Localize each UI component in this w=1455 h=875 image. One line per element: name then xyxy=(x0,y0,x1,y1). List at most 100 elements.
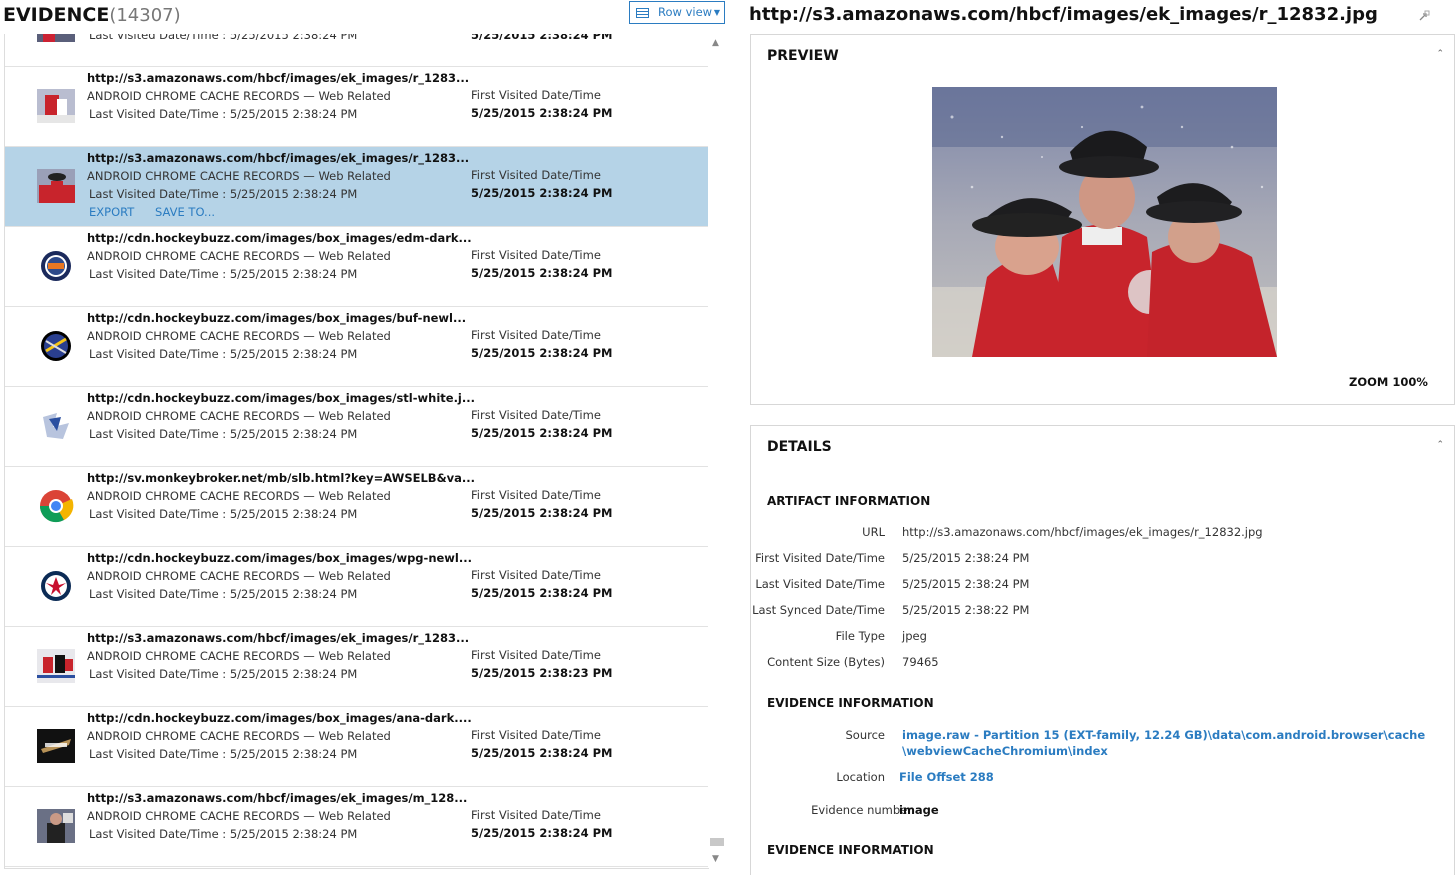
popout-icon[interactable] xyxy=(1418,10,1430,22)
item-source: ANDROID CHROME CACHE RECORDS — Web Relat… xyxy=(87,249,391,263)
item-source: ANDROID CHROME CACHE RECORDS — Web Relat… xyxy=(87,729,391,743)
evidence-info-heading-2: EVIDENCE INFORMATION xyxy=(767,843,934,857)
last-visited-value: 5/25/2015 2:38:24 PM xyxy=(229,347,358,361)
list-item-partial[interactable]: Last Visited Date/Time : 5/25/2015 2:38:… xyxy=(5,34,709,67)
last-visited-value: 5/25/2015 2:38:24 PM xyxy=(229,587,358,601)
evidence-title: EVIDENCE(14307) xyxy=(3,4,181,26)
list-item[interactable]: http://cdn.hockeybuzz.com/images/box_ima… xyxy=(5,387,709,467)
item-source-name: ANDROID CHROME CACHE RECORDS xyxy=(87,329,300,343)
first-visited-value: 5/25/2015 2:38:24 PM xyxy=(471,106,613,120)
list-item[interactable]: http://cdn.hockeybuzz.com/images/box_ima… xyxy=(5,307,709,387)
list-item[interactable]: http://cdn.hockeybuzz.com/images/box_ima… xyxy=(5,707,709,787)
last-visited-label: Last Visited Date/Time : xyxy=(89,427,227,441)
first-visited-label: First Visited Date/Time xyxy=(471,248,601,262)
scroll-up-icon[interactable]: ▲ xyxy=(712,38,719,48)
interview-photo-icon xyxy=(37,809,75,843)
item-category: Web Related xyxy=(318,809,391,823)
item-source-name: ANDROID CHROME CACHE RECORDS xyxy=(87,169,300,183)
artifact-field-value: 5/25/2015 2:38:24 PM xyxy=(902,551,1030,565)
preview-heading: PREVIEW xyxy=(767,48,839,64)
detail-title: http://s3.amazonaws.com/hbcf/images/ek_i… xyxy=(749,4,1378,25)
first-visited-value: 5/25/2015 2:38:24 PM xyxy=(471,826,613,840)
hockey-photo-icon xyxy=(37,34,75,42)
list-item[interactable]: http://cdn.hockeybuzz.com/images/box_ima… xyxy=(5,227,709,307)
item-url: http://s3.amazonaws.com/hbcf/images/ek_i… xyxy=(87,631,470,645)
item-source-name: ANDROID CHROME CACHE RECORDS xyxy=(87,729,300,743)
first-visited-value: 5/25/2015 2:38:24 PM xyxy=(471,34,613,42)
last-visited-label: Last Visited Date/Time : xyxy=(89,507,227,521)
blues-logo-icon xyxy=(37,409,75,443)
source-link[interactable]: image.raw - Partition 15 (EXT-family, 12… xyxy=(902,728,1425,742)
first-visited-value: 5/25/2015 2:38:24 PM xyxy=(471,746,613,760)
artifact-field-label: Last Synced Date/Time xyxy=(752,603,885,617)
row-view-dropdown[interactable]: Row view ▼ xyxy=(629,1,725,24)
chrome-logo-icon xyxy=(37,489,75,523)
oilers-logo-icon xyxy=(37,249,75,283)
first-visited-value: 5/25/2015 2:38:23 PM xyxy=(471,666,613,680)
list-item[interactable]: http://s3.amazonaws.com/hbcf/images/ek_i… xyxy=(5,627,709,707)
first-visited-label: First Visited Date/Time xyxy=(471,88,601,102)
item-source: ANDROID CHROME CACHE RECORDS — Web Relat… xyxy=(87,569,391,583)
item-last-visited: Last Visited Date/Time : 5/25/2015 2:38:… xyxy=(89,587,357,601)
item-url: http://cdn.hockeybuzz.com/images/box_ima… xyxy=(87,391,475,405)
chevron-down-icon: ▼ xyxy=(713,8,720,17)
last-visited-value: 5/25/2015 2:38:24 PM xyxy=(229,827,358,841)
list-view-icon xyxy=(636,8,649,18)
last-visited-label: Last Visited Date/Time : xyxy=(89,267,227,281)
collapse-up-icon[interactable]: ⌃ xyxy=(1436,49,1444,59)
list-item[interactable]: http://s3.amazonaws.com/hbcf/images/ek_i… xyxy=(5,787,709,867)
artifact-field-value: jpeg xyxy=(902,629,927,643)
jets-logo-icon xyxy=(37,569,75,603)
last-visited-text: Last Visited Date/Time : 5/25/2015 2:38:… xyxy=(89,34,358,42)
artifact-field-value: 5/25/2015 2:38:22 PM xyxy=(902,603,1030,617)
location-link[interactable]: File Offset 288 xyxy=(899,770,994,784)
evidence-number-value: image xyxy=(899,803,939,817)
sabres-logo-icon xyxy=(37,329,75,363)
evidence-info-heading: EVIDENCE INFORMATION xyxy=(767,696,934,710)
collapse-up-icon[interactable]: ⌃ xyxy=(1436,440,1444,450)
first-visited-label: First Visited Date/Time xyxy=(471,648,601,662)
artifact-field-value: 5/25/2015 2:38:24 PM xyxy=(902,577,1030,591)
artifact-field-label: Last Visited Date/Time xyxy=(755,577,885,591)
list-item[interactable]: http://sv.monkeybroker.net/mb/slb.html?k… xyxy=(5,467,709,547)
first-visited-value: 5/25/2015 2:38:24 PM xyxy=(471,426,613,440)
item-url: http://cdn.hockeybuzz.com/images/box_ima… xyxy=(87,711,472,725)
artifact-field-label: First Visited Date/Time xyxy=(755,551,885,565)
coaches-photo-icon xyxy=(37,169,75,203)
item-source-name: ANDROID CHROME CACHE RECORDS xyxy=(87,409,300,423)
scroll-down-icon[interactable]: ▼ xyxy=(712,854,719,864)
item-category: Web Related xyxy=(318,409,391,423)
first-visited-label: First Visited Date/Time xyxy=(471,808,601,822)
item-source: ANDROID CHROME CACHE RECORDS — Web Relat… xyxy=(87,809,391,823)
first-visited-label: First Visited Date/Time xyxy=(471,408,601,422)
save-to-button[interactable]: SAVE TO... xyxy=(155,205,215,219)
item-url: http://s3.amazonaws.com/hbcf/images/ek_i… xyxy=(87,791,468,805)
item-last-visited: Last Visited Date/Time : 5/25/2015 2:38:… xyxy=(89,187,357,201)
export-button[interactable]: EXPORT xyxy=(89,205,134,219)
scrollbar-thumb[interactable] xyxy=(710,838,724,846)
item-last-visited: Last Visited Date/Time : 5/25/2015 2:38:… xyxy=(89,107,357,121)
list-item[interactable]: http://s3.amazonaws.com/hbcf/images/ek_i… xyxy=(5,147,709,227)
last-visited-label: Last Visited Date/Time : xyxy=(89,827,227,841)
list-item[interactable]: http://s3.amazonaws.com/hbcf/images/ek_i… xyxy=(5,67,709,147)
item-last-visited: Last Visited Date/Time : 5/25/2015 2:38:… xyxy=(89,267,357,281)
list-item[interactable]: http://cdn.hockeybuzz.com/images/box_ima… xyxy=(5,547,709,627)
item-source: ANDROID CHROME CACHE RECORDS — Web Relat… xyxy=(87,489,391,503)
source-link-continued[interactable]: \webviewCacheChromium\index xyxy=(902,744,1108,758)
artifact-field-label: File Type xyxy=(835,629,885,643)
first-visited-value: 5/25/2015 2:38:24 PM xyxy=(471,266,613,280)
artifact-field-label: URL xyxy=(862,525,885,539)
item-url: http://cdn.hockeybuzz.com/images/box_ima… xyxy=(87,311,467,325)
first-visited-value: 5/25/2015 2:38:24 PM xyxy=(471,586,613,600)
item-url: http://cdn.hockeybuzz.com/images/box_ima… xyxy=(87,551,472,565)
item-last-visited: Last Visited Date/Time : 5/25/2015 2:38:… xyxy=(89,427,357,441)
first-visited-value: 5/25/2015 2:38:24 PM xyxy=(471,186,613,200)
list-scrollbar[interactable]: ▲ ▼ xyxy=(708,34,726,868)
last-visited-label: Last Visited Date/Time : xyxy=(89,187,227,201)
item-category: Web Related xyxy=(318,249,391,263)
item-last-visited: Last Visited Date/Time : 5/25/2015 2:38:… xyxy=(89,747,357,761)
item-category: Web Related xyxy=(318,649,391,663)
zoom-level[interactable]: ZOOM 100% xyxy=(1349,375,1428,389)
evidence-list: Last Visited Date/Time : 5/25/2015 2:38:… xyxy=(4,34,709,869)
item-source-name: ANDROID CHROME CACHE RECORDS xyxy=(87,649,300,663)
